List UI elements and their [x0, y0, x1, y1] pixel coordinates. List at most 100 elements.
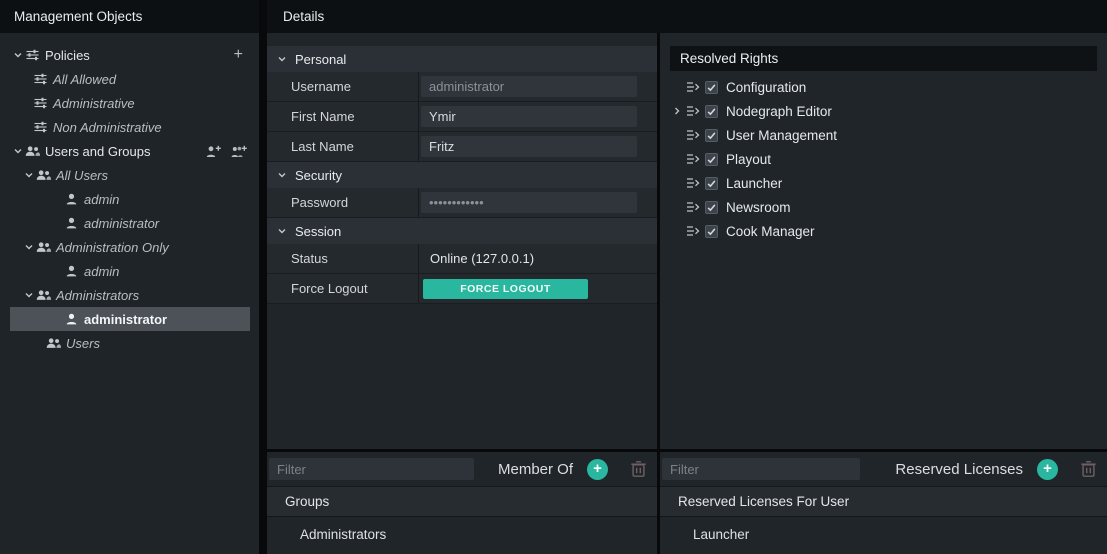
chevron-down-icon	[277, 54, 287, 64]
chevron-down-icon[interactable]	[10, 146, 25, 156]
last-name-input[interactable]	[421, 136, 637, 157]
first-name-label: First Name	[267, 102, 418, 131]
right-icon	[686, 201, 700, 213]
section-title: Personal	[295, 52, 346, 67]
add-group-icon[interactable]	[231, 145, 247, 158]
policy-icon	[25, 49, 40, 61]
group-list-item[interactable]: Administrators	[267, 517, 657, 554]
form-row-username: Username	[267, 72, 657, 102]
chevron-down-icon[interactable]	[21, 290, 36, 300]
sidebar-item-label: All Users	[56, 168, 108, 183]
force-logout-field: FORCE LOGOUT	[418, 274, 657, 303]
password-label: Password	[267, 188, 418, 217]
right-checkbox[interactable]	[705, 153, 718, 166]
sidebar-title: Management Objects	[14, 9, 142, 24]
section-session[interactable]: Session	[267, 218, 657, 244]
section-security[interactable]: Security	[267, 162, 657, 188]
chevron-down-icon[interactable]	[21, 242, 36, 252]
username-input[interactable]	[421, 76, 637, 97]
force-logout-button[interactable]: FORCE LOGOUT	[423, 279, 588, 299]
username-label: Username	[267, 72, 418, 101]
right-checkbox[interactable]	[705, 201, 718, 214]
sidebar-item-label: Non Administrative	[53, 120, 162, 135]
users-group-icon	[25, 145, 40, 157]
user-icon	[64, 265, 79, 277]
right-row-user-management[interactable]: User Management	[660, 123, 1107, 147]
add-license-button[interactable]: +	[1037, 459, 1058, 480]
reserved-licenses-toolbar: Reserved Licenses +	[660, 452, 1107, 486]
right-row-configuration[interactable]: Configuration	[660, 75, 1107, 99]
sidebar-item-users-and-groups[interactable]: Users and Groups	[0, 139, 259, 163]
status-label: Status	[267, 244, 418, 273]
sidebar-item-administrators-group[interactable]: Administrators	[0, 283, 259, 307]
form-row-force-logout: Force Logout FORCE LOGOUT	[267, 274, 657, 304]
right-row-nodegraph-editor[interactable]: Nodegraph Editor	[660, 99, 1107, 123]
member-of-filter-input[interactable]	[269, 458, 474, 480]
right-checkbox[interactable]	[705, 225, 718, 238]
last-name-field	[418, 132, 657, 161]
form-row-first-name: First Name	[267, 102, 657, 132]
username-field	[418, 72, 657, 101]
sidebar-item-all-allowed[interactable]: All Allowed	[0, 67, 259, 91]
users-group-icon	[46, 337, 61, 349]
sidebar-item-label: admin	[84, 192, 119, 207]
right-label: Playout	[726, 152, 771, 167]
right-checkbox[interactable]	[705, 105, 718, 118]
chevron-down-icon[interactable]	[10, 50, 25, 60]
member-of-panel: Member Of + Groups Administrators	[267, 452, 657, 554]
add-user-icon[interactable]	[206, 145, 222, 158]
first-name-input[interactable]	[421, 106, 637, 127]
right-label: Nodegraph Editor	[726, 104, 832, 119]
right-checkbox[interactable]	[705, 81, 718, 94]
right-icon	[686, 153, 700, 165]
license-list-item[interactable]: Launcher	[660, 517, 1107, 554]
right-checkbox[interactable]	[705, 129, 718, 142]
right-row-newsroom[interactable]: Newsroom	[660, 195, 1107, 219]
force-logout-label: Force Logout	[267, 274, 418, 303]
sidebar-item-all-users[interactable]: All Users	[0, 163, 259, 187]
first-name-field	[418, 102, 657, 131]
form-row-last-name: Last Name	[267, 132, 657, 162]
sidebar-header: Management Objects	[0, 0, 259, 33]
sidebar-item-administrator[interactable]: administrator	[0, 211, 259, 235]
sidebar-item-label: Users	[66, 336, 100, 351]
password-input[interactable]	[421, 192, 637, 213]
sidebar-item-administrative[interactable]: Administrative	[0, 91, 259, 115]
sidebar-item-policies[interactable]: Policies +	[0, 43, 259, 67]
right-row-cook-manager[interactable]: Cook Manager	[660, 219, 1107, 243]
right-row-launcher[interactable]: Launcher	[660, 171, 1107, 195]
details-panel: Personal Username First Name Last Name S…	[267, 33, 1107, 554]
remove-member-button[interactable]	[630, 460, 647, 478]
right-checkbox[interactable]	[705, 177, 718, 190]
sidebar-item-label: Policies	[45, 48, 90, 63]
sidebar-item-non-administrative[interactable]: Non Administrative	[0, 115, 259, 139]
reserved-licenses-filter-input[interactable]	[662, 458, 860, 480]
sidebar-item-administration-only[interactable]: Administration Only	[0, 235, 259, 259]
member-of-toolbar: Member Of +	[267, 452, 657, 486]
right-label: Configuration	[726, 80, 806, 95]
policy-icon	[33, 97, 48, 109]
right-label: User Management	[726, 128, 837, 143]
sidebar-item-admin-2[interactable]: admin	[0, 259, 259, 283]
status-field: Online (127.0.0.1)	[418, 244, 657, 273]
add-policy-button[interactable]: +	[234, 47, 243, 63]
user-icon	[64, 193, 79, 205]
chevron-right-icon[interactable]	[672, 106, 686, 116]
sidebar-item-administrator-selected[interactable]: administrator	[10, 307, 250, 331]
sidebar-item-label: Users and Groups	[45, 144, 151, 159]
user-icon	[64, 313, 79, 325]
details-header: Details	[267, 0, 1107, 33]
chevron-down-icon[interactable]	[21, 170, 36, 180]
right-row-playout[interactable]: Playout	[660, 147, 1107, 171]
chevron-down-icon	[277, 226, 287, 236]
section-personal[interactable]: Personal	[267, 46, 657, 72]
sidebar-item-admin[interactable]: admin	[0, 187, 259, 211]
sidebar-item-users-group[interactable]: Users	[0, 331, 259, 355]
user-details-form: Personal Username First Name Last Name S…	[267, 33, 657, 449]
sidebar-item-label: Administrative	[53, 96, 135, 111]
remove-license-button[interactable]	[1080, 460, 1097, 478]
resolved-rights-panel: Resolved Rights Configuration Nodegraph …	[660, 33, 1107, 449]
section-title: Session	[295, 224, 341, 239]
right-label: Launcher	[726, 176, 782, 191]
add-member-button[interactable]: +	[587, 459, 608, 480]
